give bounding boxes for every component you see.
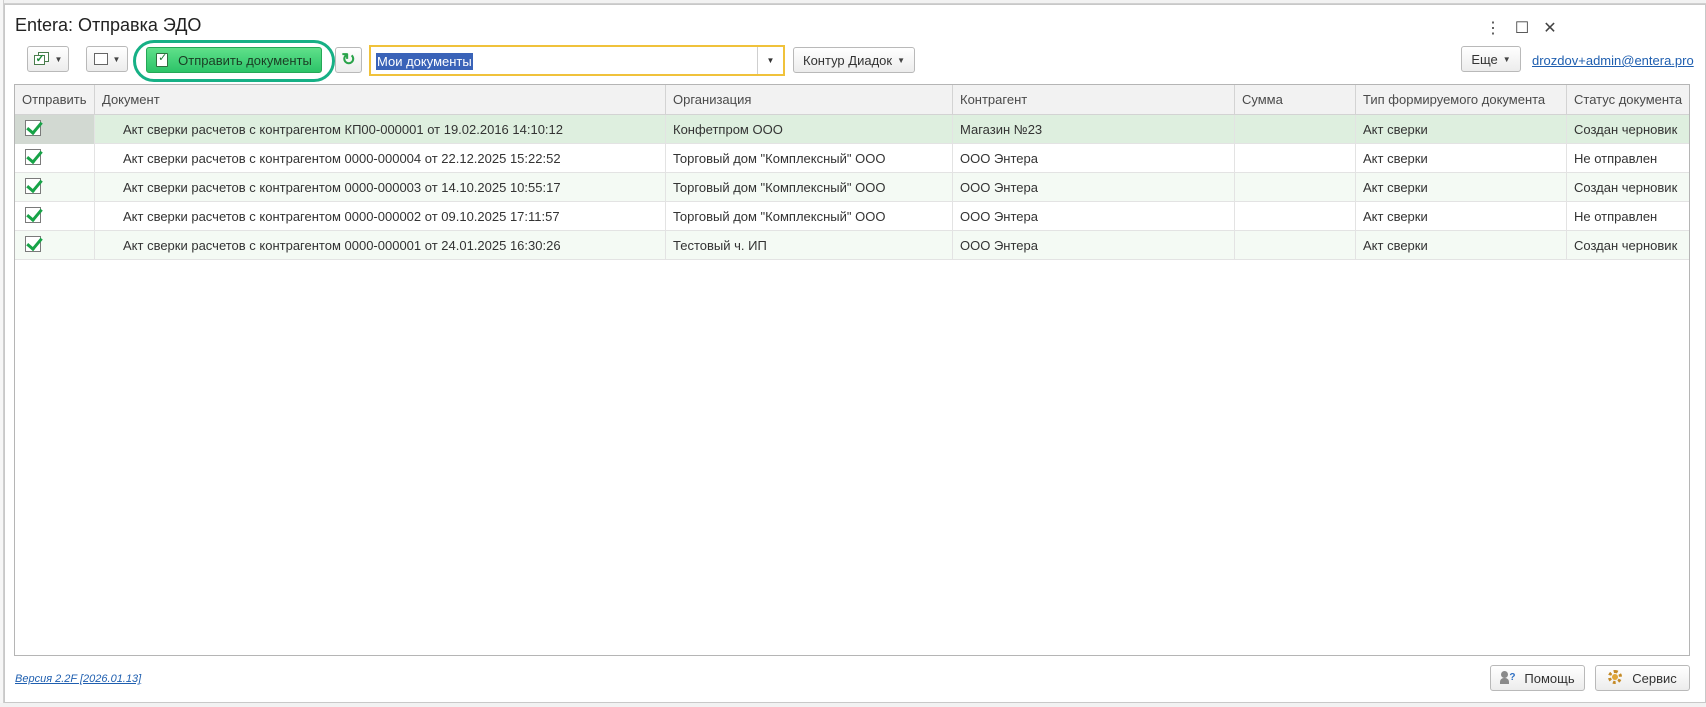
table-row[interactable]: Акт сверки расчетов с контрагентом 0000-…: [15, 202, 1689, 231]
version-link[interactable]: Версия 2.2F [2026.01.13]: [15, 673, 141, 685]
column-header-status[interactable]: Статус документа: [1567, 85, 1689, 115]
copy-menu-button[interactable]: ▼: [86, 46, 128, 72]
document-cell: Акт сверки расчетов с контрагентом 0000-…: [95, 231, 666, 260]
sum-cell: [1235, 231, 1356, 260]
doc-type-cell: Акт сверки: [1356, 115, 1567, 144]
organization-cell: Торговый дом "Комплексный" ООО: [666, 144, 953, 173]
more-menu-icon[interactable]: ⋮: [1480, 15, 1506, 41]
help-user-icon: ?: [1500, 671, 1516, 685]
send-documents-button[interactable]: Отправить документы: [146, 47, 322, 73]
sum-cell: [1235, 173, 1356, 202]
table-row[interactable]: Акт сверки расчетов с контрагентом КП00-…: [15, 115, 1689, 144]
document-cell: Акт сверки расчетов с контрагентом 0000-…: [95, 173, 666, 202]
table-row[interactable]: Акт сверки расчетов с контрагентом 0000-…: [15, 173, 1689, 202]
send-checkbox[interactable]: [25, 149, 41, 165]
close-icon[interactable]: ✕: [1537, 15, 1563, 41]
table-row[interactable]: Акт сверки расчетов с контрагентом 0000-…: [15, 231, 1689, 260]
gear-icon: [1608, 670, 1624, 686]
counterparty-cell: ООО Энтера: [953, 231, 1235, 260]
status-cell: Создан черновик: [1574, 180, 1678, 195]
documents-table: Отправить Документ Организация Контраген…: [14, 84, 1690, 656]
doc-type-cell: Акт сверки: [1356, 202, 1567, 231]
user-account-link[interactable]: drozdov+admin@entera.pro: [1532, 53, 1694, 68]
document-filter-value[interactable]: Мои документы: [376, 53, 473, 70]
chevron-down-icon: ▼: [112, 54, 121, 64]
more-button[interactable]: Еще ▼: [1461, 46, 1521, 72]
edo-provider-label: Контур Диадок: [803, 52, 893, 68]
send-checkbox[interactable]: [25, 178, 41, 194]
status-cell: Создан черновик: [1574, 122, 1678, 137]
send-cell: [15, 144, 95, 173]
help-button[interactable]: ? Помощь: [1490, 665, 1585, 691]
organization-cell: Тестовый ч. ИП: [666, 231, 953, 260]
counterparty-cell: Магазин №23: [953, 115, 1235, 144]
service-label: Сервис: [1632, 670, 1677, 686]
chevron-down-icon: ▼: [897, 55, 905, 65]
refresh-button[interactable]: ↻: [335, 47, 362, 73]
chevron-down-icon: ▼: [1502, 54, 1511, 64]
check-multiple-icon: [33, 52, 50, 66]
copy-icon: [93, 50, 112, 65]
send-cell: [15, 231, 95, 260]
send-checkbox[interactable]: [25, 120, 41, 136]
sum-cell: [1235, 115, 1356, 144]
doc-type-cell: Акт сверки: [1356, 144, 1567, 173]
document-filter-select[interactable]: Мои документы ▼: [369, 45, 785, 76]
send-cell: [15, 202, 95, 231]
table-header: Отправить Документ Организация Контраген…: [15, 85, 1689, 115]
more-label: Еще: [1471, 51, 1498, 67]
sum-cell: [1235, 202, 1356, 231]
filter-dropdown-icon[interactable]: ▼: [757, 47, 783, 74]
maximize-icon[interactable]: ☐: [1509, 15, 1535, 41]
column-header-doc-type[interactable]: Тип формируемого документа: [1356, 85, 1567, 115]
status-cell: Не отправлен: [1574, 209, 1658, 224]
edo-provider-button[interactable]: Контур Диадок ▼: [793, 47, 915, 73]
document-cell: Акт сверки расчетов с контрагентом 0000-…: [95, 202, 666, 231]
background-app-bottom: [0, 703, 1706, 707]
organization-cell: Торговый дом "Комплексный" ООО: [666, 173, 953, 202]
service-button[interactable]: Сервис: [1595, 665, 1690, 691]
doc-type-cell: Акт сверки: [1356, 231, 1567, 260]
column-header-counterparty[interactable]: Контрагент: [953, 85, 1235, 115]
check-all-button[interactable]: ▼: [27, 46, 69, 72]
status-cell: Создан черновик: [1574, 238, 1678, 253]
column-header-sum[interactable]: Сумма: [1235, 85, 1356, 115]
document-check-icon: [156, 51, 169, 67]
doc-type-cell: Акт сверки: [1356, 173, 1567, 202]
document-cell: Акт сверки расчетов с контрагентом КП00-…: [95, 115, 666, 144]
column-header-document[interactable]: Документ: [95, 85, 666, 115]
counterparty-cell: ООО Энтера: [953, 202, 1235, 231]
sum-cell: [1235, 144, 1356, 173]
counterparty-cell: ООО Энтера: [953, 144, 1235, 173]
help-label: Помощь: [1524, 670, 1575, 686]
send-checkbox[interactable]: [25, 236, 41, 252]
column-header-send[interactable]: Отправить: [15, 85, 95, 115]
window-title: Entera: Отправка ЭДО: [15, 15, 202, 35]
document-cell: Акт сверки расчетов с контрагентом 0000-…: [95, 144, 666, 173]
send-checkbox[interactable]: [25, 207, 41, 223]
refresh-icon: ↻: [341, 50, 356, 69]
organization-cell: Конфетпром ООО: [666, 115, 953, 144]
status-cell: Не отправлен: [1574, 151, 1658, 166]
send-cell: [15, 173, 95, 202]
chevron-down-icon: ▼: [54, 54, 63, 64]
table-row[interactable]: Акт сверки расчетов с контрагентом 0000-…: [15, 144, 1689, 173]
send-documents-label: Отправить документы: [178, 52, 312, 68]
column-header-organization[interactable]: Организация: [666, 85, 953, 115]
send-cell: [15, 115, 95, 144]
counterparty-cell: ООО Энтера: [953, 173, 1235, 202]
organization-cell: Торговый дом "Комплексный" ООО: [666, 202, 953, 231]
